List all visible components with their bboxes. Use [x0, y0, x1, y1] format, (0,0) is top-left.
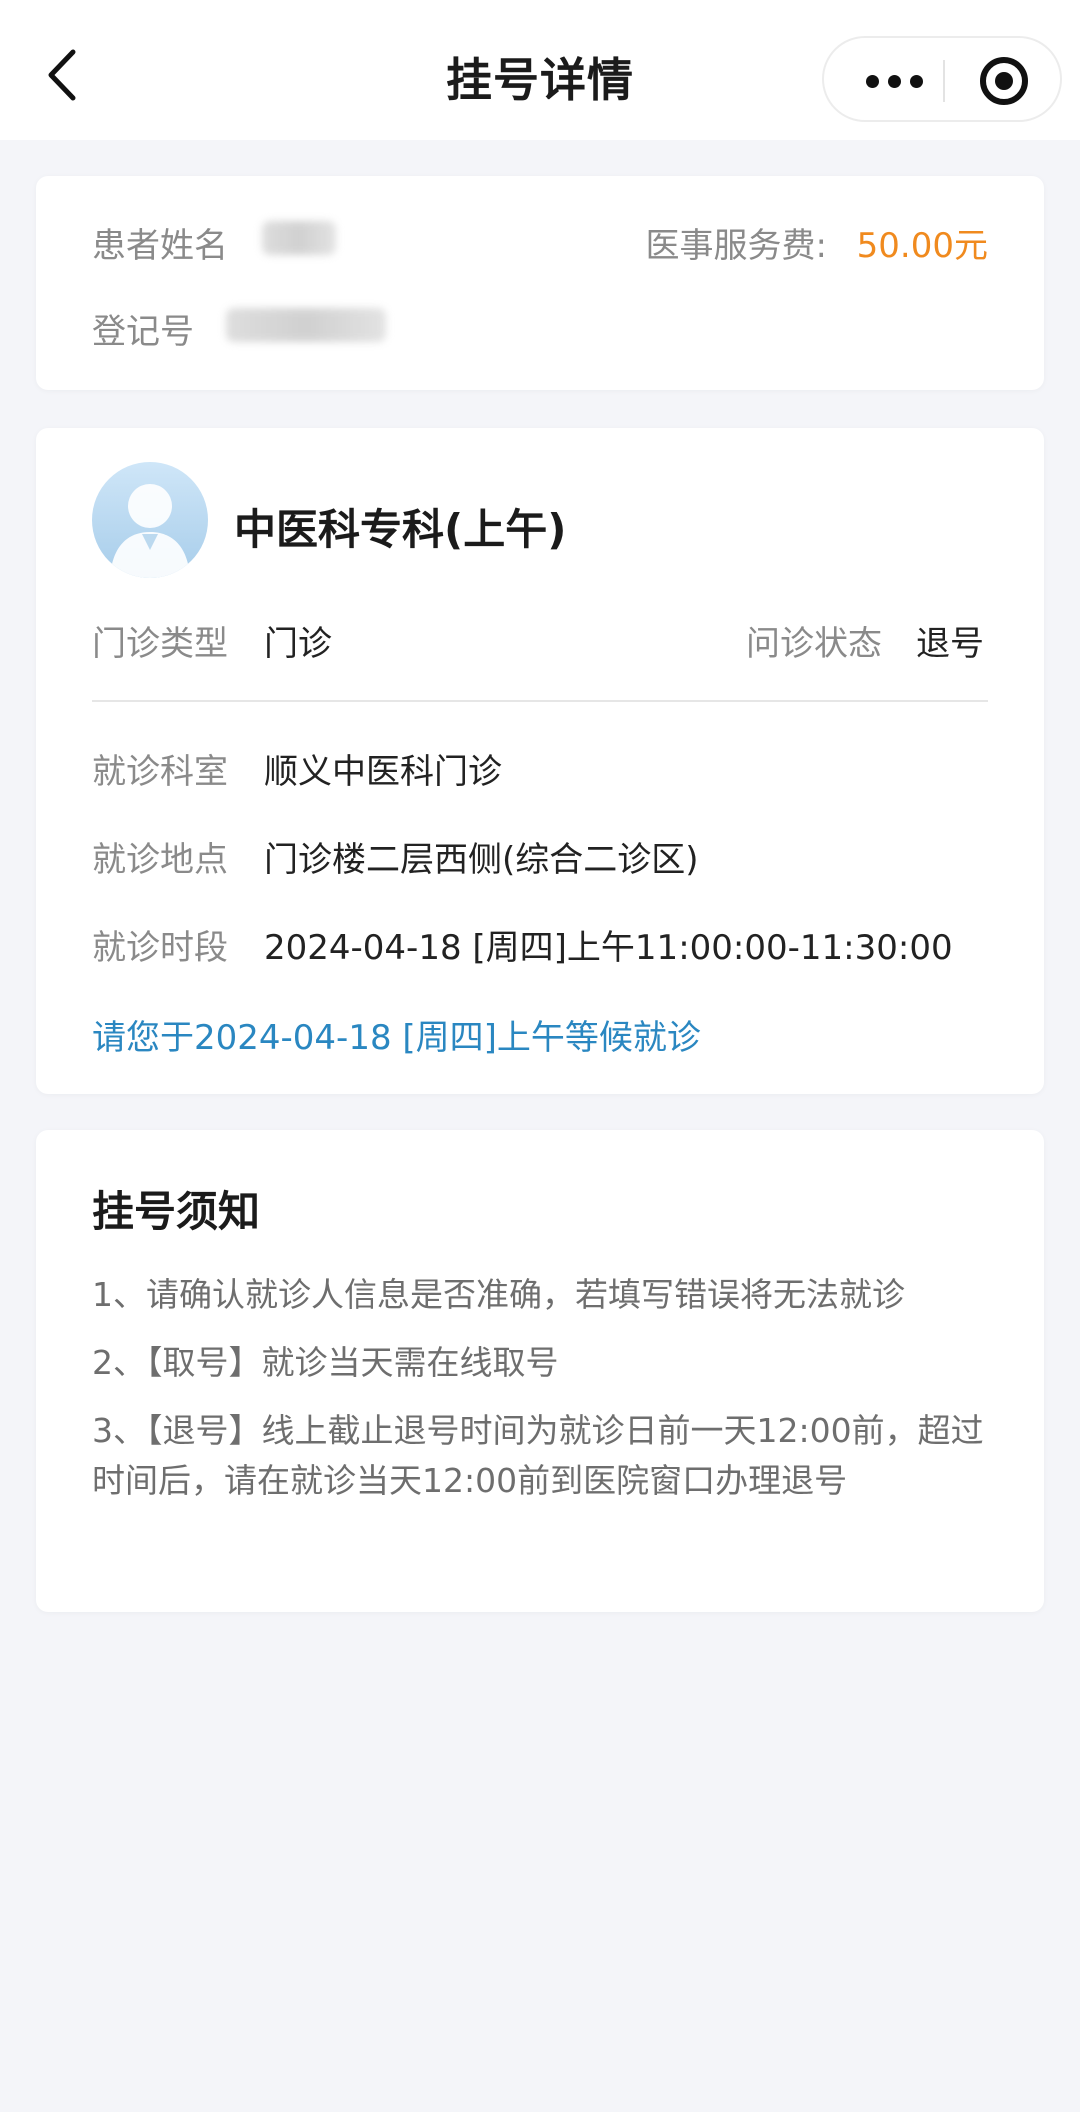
- target-icon[interactable]: [980, 57, 1028, 105]
- capsule-divider: [943, 60, 945, 102]
- more-dots-icon[interactable]: [852, 58, 936, 104]
- registration-rules-card: 挂号须知 1、请确认就诊人信息是否准确，若填写错误将无法就诊 2、【取号】就诊当…: [36, 1130, 1044, 1612]
- clinic-dept-label: 就诊科室: [92, 752, 228, 792]
- nav-bar: 挂号详情: [0, 0, 1080, 140]
- time-slot-value: 2024-04-18 [周四]上午11:00:00-11:30:00: [264, 928, 953, 968]
- divider: [92, 700, 988, 702]
- consult-status-label: 问诊状态: [746, 624, 882, 664]
- fee-label: 医事服务费:: [645, 226, 827, 266]
- patient-info-card: 患者姓名 医事服务费: 50.00元 登记号: [36, 176, 1044, 390]
- mini-program-capsule: [822, 36, 1062, 122]
- rule-item: 3、【退号】线上截止退号时间为就诊日前一天12:00前，超过时间后，请在就诊当天…: [92, 1411, 984, 1500]
- visit-type-value: 门诊: [264, 624, 332, 664]
- rule-item: 2、【取号】就诊当天需在线取号: [92, 1343, 559, 1382]
- visit-info-card: 中医科专科(上午) 门诊类型 门诊 问诊状态 退号 就诊科室 顺义中医科门诊 就…: [36, 428, 1044, 1094]
- clinic-dept-value: 顺义中医科门诊: [264, 752, 502, 792]
- location-value: 门诊楼二层西侧(综合二诊区): [264, 840, 699, 880]
- fee-value: 50.00元: [856, 226, 988, 266]
- patient-name-label: 患者姓名: [92, 226, 228, 266]
- patient-name-blurred: [262, 221, 336, 255]
- visit-type-label: 门诊类型: [92, 624, 228, 664]
- consult-status-value: 退号: [916, 624, 984, 664]
- doctor-avatar-icon: [92, 462, 208, 578]
- rules-title: 挂号须知: [92, 1187, 261, 1236]
- registration-label: 登记号: [92, 312, 194, 352]
- rule-item: 1、请确认就诊人信息是否准确，若填写错误将无法就诊: [92, 1275, 905, 1314]
- time-slot-label: 就诊时段: [92, 928, 228, 968]
- location-label: 就诊地点: [92, 840, 228, 880]
- registration-number-blurred: [226, 308, 386, 342]
- department-title: 中医科专科(上午): [234, 505, 567, 554]
- waiting-notice: 请您于2024-04-18 [周四]上午等候就诊: [92, 1018, 701, 1058]
